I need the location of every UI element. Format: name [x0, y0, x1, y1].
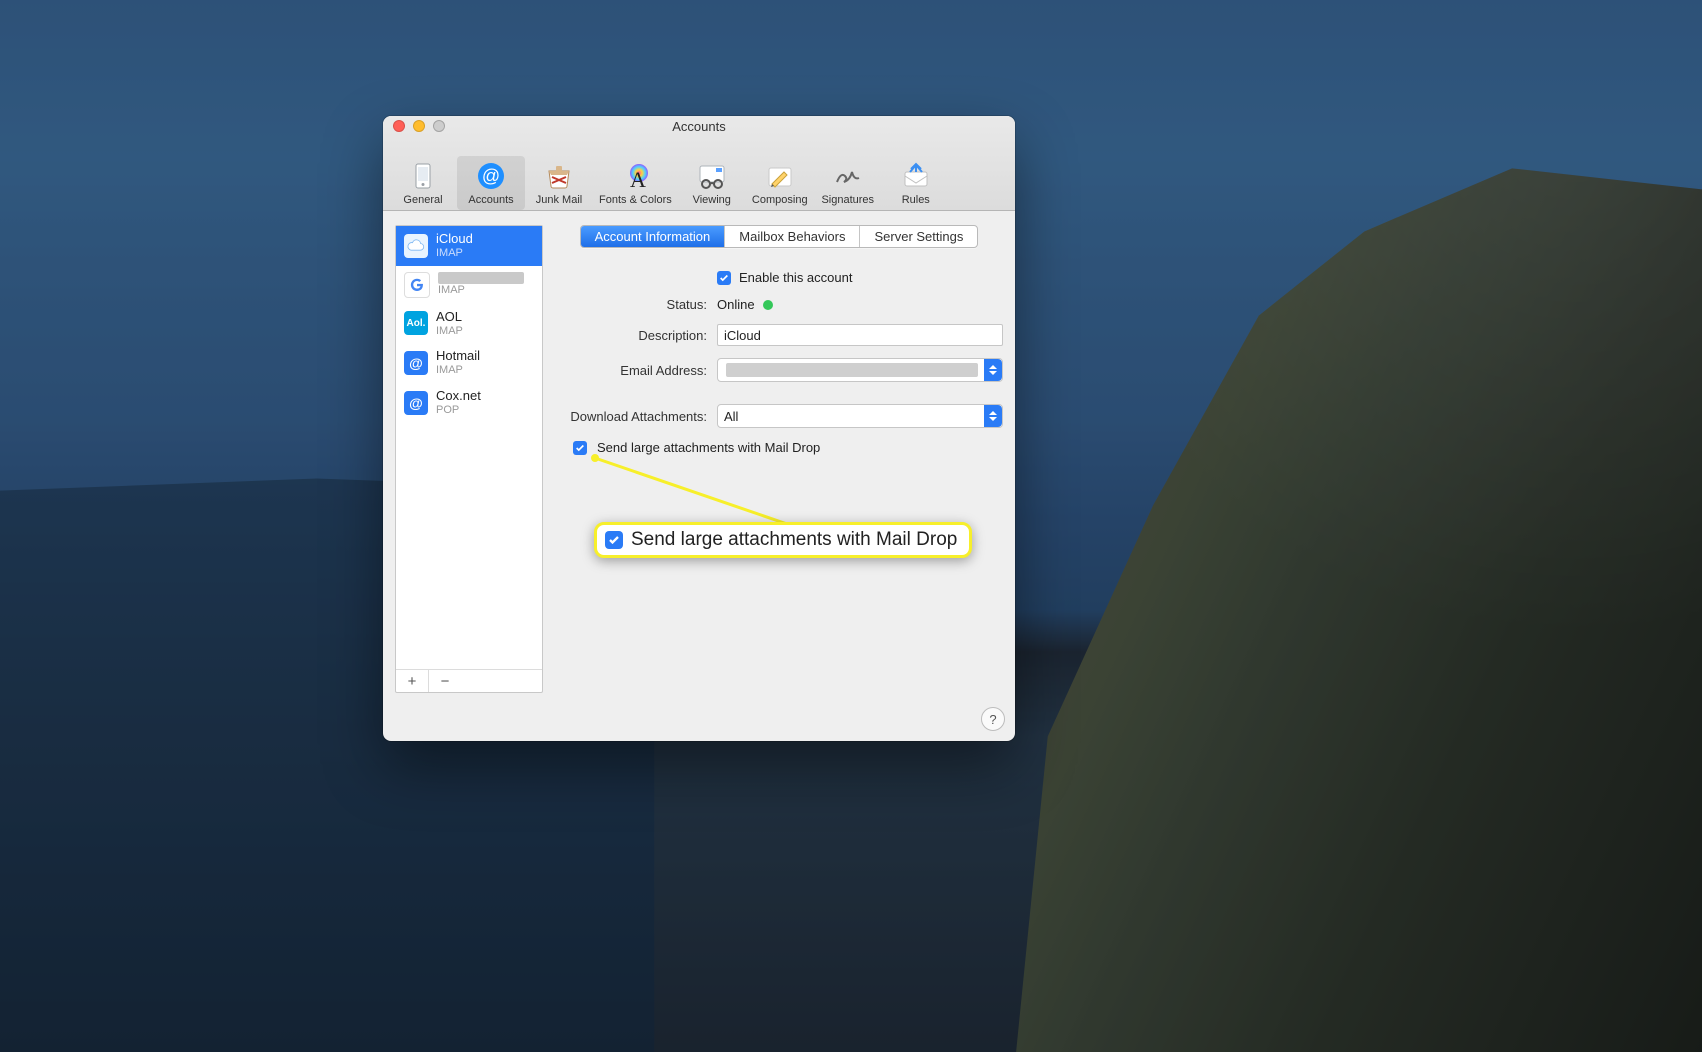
- toolbar-composing-label: Composing: [752, 194, 808, 206]
- account-row-aol[interactable]: Aol. AOL IMAP: [396, 304, 542, 344]
- at-sign-icon: @: [404, 351, 428, 375]
- account-row-cox[interactable]: @ Cox.net POP: [396, 383, 542, 423]
- toolbar-composing[interactable]: Composing: [746, 156, 814, 210]
- add-account-button[interactable]: +: [396, 670, 429, 692]
- account-protocol: IMAP: [436, 325, 463, 338]
- mail-preferences-window: Accounts General @ Accounts: [383, 116, 1015, 741]
- signatures-icon: [832, 160, 864, 192]
- fonts-colors-icon: A: [619, 160, 651, 192]
- account-row-hotmail[interactable]: @ Hotmail IMAP: [396, 343, 542, 383]
- rules-icon: [900, 160, 932, 192]
- mail-drop-label: Send large attachments with Mail Drop: [597, 440, 820, 455]
- minimize-window-button[interactable]: [413, 120, 425, 132]
- annotation-text: Send large attachments with Mail Drop: [631, 529, 957, 551]
- download-attachments-row: Download Attachments: All: [555, 404, 1003, 428]
- account-name: Hotmail: [436, 349, 480, 364]
- toolbar-viewing[interactable]: Viewing: [678, 156, 746, 210]
- annotation-checkbox-icon: [605, 531, 623, 549]
- email-row: Email Address:: [555, 358, 1003, 382]
- enable-account-row: Enable this account: [555, 270, 1003, 285]
- status-value: Online: [717, 297, 755, 312]
- toolbar-junk-mail[interactable]: Junk Mail: [525, 156, 593, 210]
- account-tabs: Account Information Mailbox Behaviors Se…: [580, 225, 979, 248]
- window-title: Accounts: [672, 119, 725, 134]
- toolbar-general-label: General: [403, 194, 442, 206]
- toolbar-rules-label: Rules: [902, 194, 930, 206]
- account-detail-pane: Account Information Mailbox Behaviors Se…: [555, 225, 1003, 693]
- mail-drop-checkbox[interactable]: [573, 441, 587, 455]
- sidebar-add-remove: + −: [396, 669, 542, 692]
- tab-mailbox-behaviors[interactable]: Mailbox Behaviors: [725, 226, 860, 247]
- popup-arrows-icon: [984, 359, 1002, 381]
- junk-mail-icon: [543, 160, 575, 192]
- window-footer: ?: [383, 701, 1015, 741]
- help-button[interactable]: ?: [981, 707, 1005, 731]
- toolbar-signatures-label: Signatures: [821, 194, 874, 206]
- composing-icon: [764, 160, 796, 192]
- mail-drop-row: Send large attachments with Mail Drop: [573, 440, 1003, 455]
- svg-text:@: @: [482, 166, 500, 186]
- download-attachments-label: Download Attachments:: [555, 409, 707, 424]
- email-address-popup[interactable]: [717, 358, 1003, 382]
- account-row-google[interactable]: IMAP: [396, 266, 542, 304]
- toolbar-signatures[interactable]: Signatures: [814, 156, 882, 210]
- status-indicator-icon: [763, 300, 773, 310]
- toolbar-fonts-label: Fonts & Colors: [599, 194, 672, 206]
- toolbar-viewing-label: Viewing: [693, 194, 731, 206]
- remove-account-button[interactable]: −: [429, 670, 461, 692]
- icloud-icon: [404, 234, 428, 258]
- tab-account-information[interactable]: Account Information: [581, 226, 726, 247]
- preferences-toolbar: General @ Accounts Junk Mail A: [383, 138, 1015, 210]
- popup-arrows-icon: [984, 405, 1002, 427]
- account-protocol: POP: [436, 404, 481, 417]
- annotation-callout: Send large attachments with Mail Drop: [594, 522, 972, 558]
- toolbar-accounts[interactable]: @ Accounts: [457, 156, 525, 210]
- download-attachments-popup[interactable]: All: [717, 404, 1003, 428]
- account-row-icloud[interactable]: iCloud IMAP: [396, 226, 542, 266]
- close-window-button[interactable]: [393, 120, 405, 132]
- enable-account-checkbox[interactable]: [717, 271, 731, 285]
- account-protocol: IMAP: [436, 247, 473, 260]
- accounts-sidebar: iCloud IMAP IMAP Aol. AO: [395, 225, 543, 693]
- toolbar-rules[interactable]: Rules: [882, 156, 950, 210]
- google-icon: [404, 272, 430, 298]
- account-name: Cox.net: [436, 389, 481, 404]
- toolbar-junk-label: Junk Mail: [536, 194, 582, 206]
- zoom-window-button[interactable]: [433, 120, 445, 132]
- description-row: Description: iCloud: [555, 324, 1003, 346]
- account-name: AOL: [436, 310, 463, 325]
- status-row: Status: Online: [555, 297, 1003, 312]
- account-protocol: IMAP: [436, 364, 480, 377]
- toolbar-accounts-label: Accounts: [468, 194, 513, 206]
- description-label: Description:: [555, 328, 707, 343]
- description-field[interactable]: iCloud: [717, 324, 1003, 346]
- window-titlebar: Accounts General @ Accounts: [383, 116, 1015, 211]
- enable-account-label: Enable this account: [739, 270, 852, 285]
- account-protocol: IMAP: [438, 284, 524, 297]
- toolbar-general[interactable]: General: [389, 156, 457, 210]
- email-address-label: Email Address:: [555, 363, 707, 378]
- account-name: iCloud: [436, 232, 473, 247]
- status-label: Status:: [555, 297, 707, 312]
- viewing-icon: [696, 160, 728, 192]
- account-name-redacted: [438, 272, 524, 284]
- aol-icon: Aol.: [404, 311, 428, 335]
- svg-text:A: A: [630, 167, 646, 192]
- toolbar-fonts-colors[interactable]: A Fonts & Colors: [593, 156, 678, 210]
- accounts-list: iCloud IMAP IMAP Aol. AO: [396, 226, 542, 669]
- tab-server-settings[interactable]: Server Settings: [860, 226, 977, 247]
- window-controls: [393, 120, 445, 132]
- general-icon: [407, 160, 439, 192]
- at-sign-icon: @: [404, 391, 428, 415]
- accounts-icon: @: [475, 160, 507, 192]
